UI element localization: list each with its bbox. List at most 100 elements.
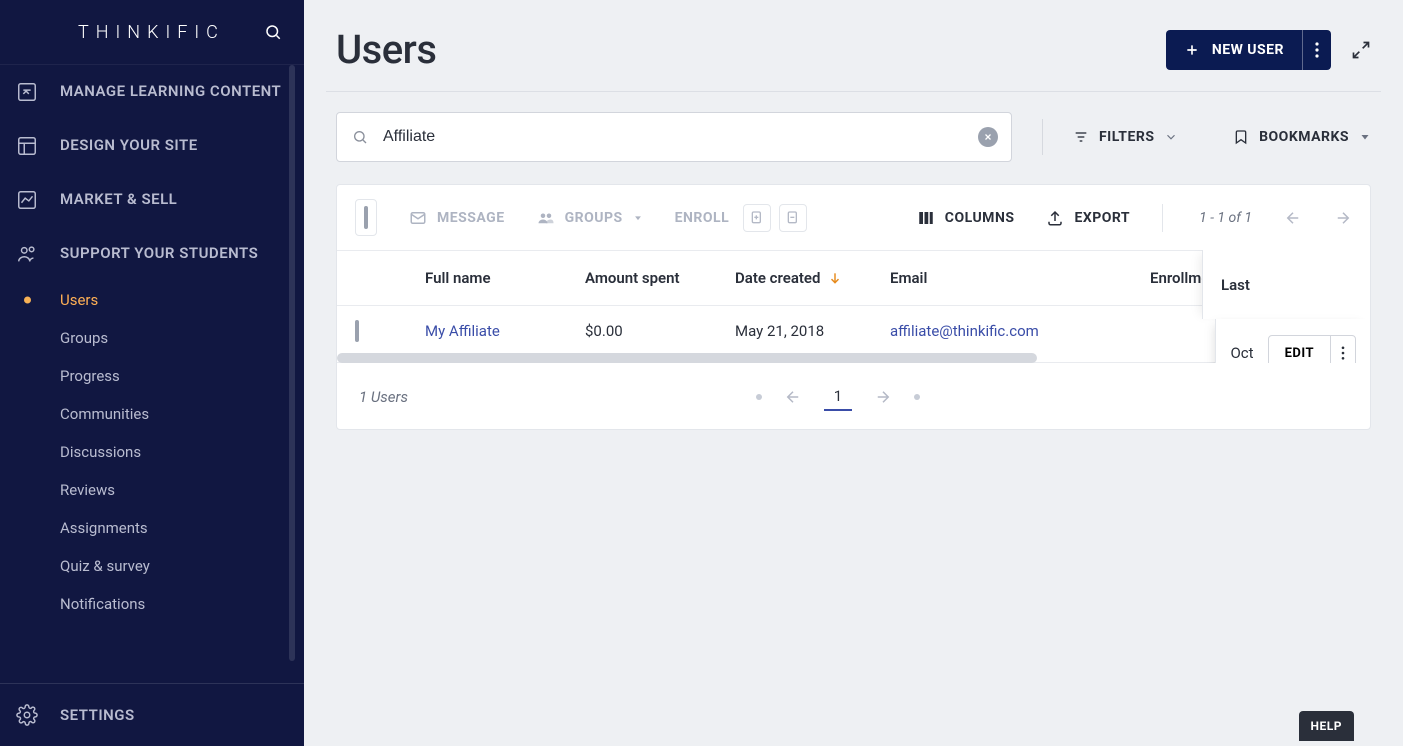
results-summary: 1 Users <box>359 388 408 406</box>
gear-icon <box>12 704 42 726</box>
new-user-more-button[interactable] <box>1302 30 1331 70</box>
help-button[interactable]: HELP <box>1299 711 1354 741</box>
nav-market-sell[interactable]: MARKET & SELL <box>0 173 304 227</box>
col-date-created[interactable]: Date created <box>735 269 890 287</box>
nav-manage-learning-content[interactable]: MANAGE LEARNING CONTENT <box>0 65 304 119</box>
expand-icon[interactable] <box>1351 40 1371 60</box>
next-page-arrow[interactable] <box>1334 209 1352 227</box>
columns-icon <box>917 209 935 227</box>
new-user-button[interactable]: NEW USER <box>1166 30 1302 70</box>
chevron-down-icon <box>1164 130 1178 144</box>
search-icon <box>352 129 368 145</box>
horizontal-scrollbar[interactable] <box>337 353 1037 363</box>
nav-label: MANAGE LEARNING CONTENT <box>60 81 281 103</box>
export-button[interactable]: EXPORT <box>1046 209 1130 227</box>
users-icon <box>12 243 42 265</box>
row-checkbox[interactable] <box>355 320 359 342</box>
subnav-label: Groups <box>60 329 108 347</box>
sidebar-scroll: MANAGE LEARNING CONTENT DESIGN YOUR SITE… <box>0 64 304 683</box>
groups-button[interactable]: GROUPS <box>537 209 643 227</box>
nav-design-your-site[interactable]: DESIGN YOUR SITE <box>0 119 304 173</box>
enroll-icons <box>743 204 807 232</box>
search-input[interactable] <box>336 112 1012 162</box>
filters-button[interactable]: FILTERS <box>1073 129 1178 145</box>
edit-button-group: EDIT <box>1268 335 1356 363</box>
pager-last-dot[interactable] <box>914 394 920 400</box>
subnav-progress[interactable]: Progress <box>0 357 304 395</box>
message-button[interactable]: MESSAGE <box>409 209 505 227</box>
filter-icon <box>1073 129 1089 145</box>
row-actions: Oct EDIT <box>1215 319 1370 363</box>
caret-down-icon <box>633 213 643 223</box>
nav-label: DESIGN YOUR SITE <box>60 135 198 157</box>
subnav-label: Quiz & survey <box>60 557 150 575</box>
subnav-quiz-survey[interactable]: Quiz & survey <box>0 547 304 585</box>
group-icon <box>537 209 555 227</box>
subnav-discussions[interactable]: Discussions <box>0 433 304 471</box>
divider <box>1042 119 1043 155</box>
col-email[interactable]: Email <box>890 269 1150 287</box>
chart-icon <box>12 189 42 211</box>
enroll-add-icon[interactable] <box>743 204 771 232</box>
pager-prev[interactable] <box>784 388 802 406</box>
columns-button[interactable]: COLUMNS <box>917 209 1015 227</box>
sidebar-header: THINKIFIC <box>0 0 304 64</box>
subnav-communities[interactable]: Communities <box>0 395 304 433</box>
message-label: MESSAGE <box>437 210 505 226</box>
users-table-card: MESSAGE GROUPS ENROLL <box>336 184 1371 430</box>
subnav-groups[interactable]: Groups <box>0 319 304 357</box>
enroll-button[interactable]: ENROLL <box>675 204 808 232</box>
brand-logo: THINKIFIC <box>78 22 225 43</box>
subnav-label: Discussions <box>60 443 141 461</box>
pager-next[interactable] <box>874 388 892 406</box>
pager-current[interactable]: 1 <box>824 383 852 411</box>
subnav-label: Communities <box>60 405 149 423</box>
subnav-assignments[interactable]: Assignments <box>0 509 304 547</box>
layout-icon <box>12 135 42 157</box>
caret-down-icon <box>1359 131 1371 143</box>
subnav-label: Users <box>60 291 98 309</box>
subnav-notifications[interactable]: Notifications <box>0 585 304 623</box>
settings-label: SETTINGS <box>60 706 135 724</box>
subnav-users[interactable]: Users <box>0 281 304 319</box>
main: Users NEW USER <box>304 0 1403 746</box>
help-label: HELP <box>1311 719 1342 733</box>
subnav: Users Groups Progress Communities Discus… <box>0 281 304 635</box>
search-field-wrap <box>336 112 1012 162</box>
subnav-label: Progress <box>60 367 120 385</box>
col-date-created-label: Date created <box>735 269 820 287</box>
pager: 1 <box>756 383 920 411</box>
bookmarks-button[interactable]: BOOKMARKS <box>1233 129 1371 145</box>
col-last-label[interactable]: Last <box>1221 276 1250 294</box>
select-all-checkbox[interactable] <box>364 206 368 229</box>
groups-label: GROUPS <box>565 210 623 226</box>
enroll-remove-icon[interactable] <box>779 204 807 232</box>
col-amount-spent[interactable]: Amount spent <box>585 269 735 287</box>
clear-search-button[interactable] <box>978 127 998 147</box>
mail-icon <box>409 209 427 227</box>
export-icon <box>1046 209 1064 227</box>
edit-more-button[interactable] <box>1330 336 1355 363</box>
enroll-label: ENROLL <box>675 210 730 226</box>
filters-label: FILTERS <box>1099 129 1154 145</box>
sticky-header-last: Last <box>1202 250 1370 319</box>
col-full-name[interactable]: Full name <box>425 269 585 287</box>
nav-label: MARKET & SELL <box>60 189 177 211</box>
cell-full-name[interactable]: My Affiliate <box>425 322 585 340</box>
page-header: Users NEW USER <box>326 0 1381 92</box>
new-user-button-group: NEW USER <box>1166 30 1331 70</box>
prev-page-arrow[interactable] <box>1284 209 1302 227</box>
search-icon[interactable] <box>264 23 282 41</box>
edit-button[interactable]: EDIT <box>1269 336 1330 363</box>
subnav-reviews[interactable]: Reviews <box>0 471 304 509</box>
new-user-label: NEW USER <box>1212 42 1284 58</box>
nav-settings[interactable]: SETTINGS <box>0 683 304 746</box>
cell-amount-spent: $0.00 <box>585 322 735 340</box>
nav-support-students[interactable]: SUPPORT YOUR STUDENTS <box>0 227 304 281</box>
pager-first-dot[interactable] <box>756 394 762 400</box>
cell-email[interactable]: affiliate@thinkific.com <box>890 322 1150 340</box>
subnav-label: Assignments <box>60 519 148 537</box>
columns-label: COLUMNS <box>945 210 1015 226</box>
table-scroll: Full name Amount spent Date created Emai… <box>337 250 1370 363</box>
table-footer: 1 Users 1 <box>337 363 1370 429</box>
